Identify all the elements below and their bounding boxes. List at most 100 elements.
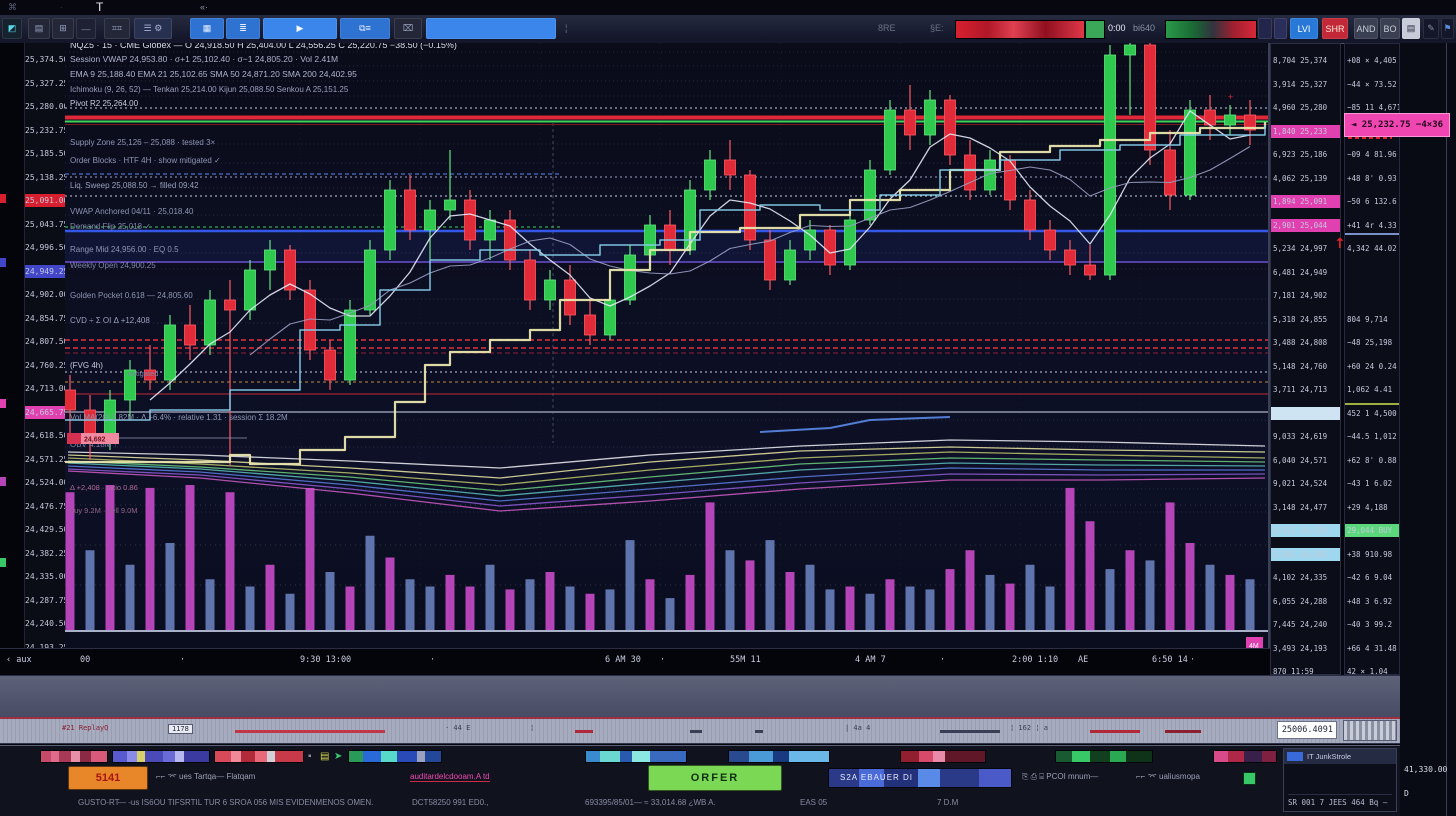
toolbar-button[interactable]: ▶ xyxy=(263,18,337,39)
mini-status-icon[interactable]: ➤ xyxy=(334,750,342,763)
dom-row-ask[interactable]: −43 1 6.02 xyxy=(1345,477,1399,490)
volume-bar xyxy=(1106,569,1115,630)
dom-row-bid[interactable]: 5,901 24,382 xyxy=(1271,548,1340,561)
toolbar-button[interactable]: ◩ xyxy=(2,18,22,39)
toolbar-button[interactable]: ⌗⌗ xyxy=(104,18,130,39)
dom-row-ask[interactable]: +48 3 6.92 xyxy=(1345,595,1399,608)
dom-row-bid[interactable]: 7,181 24,902 xyxy=(1271,289,1340,302)
dom-row-bid[interactable]: 3,148 24,477 xyxy=(1271,501,1340,514)
toolbar-button[interactable]: ≣ xyxy=(226,18,260,39)
strip-segment xyxy=(945,751,985,762)
sell-button[interactable]: 5141 xyxy=(68,766,148,790)
dom-row-ask[interactable]: −40 3 99.2 xyxy=(1345,618,1399,631)
strip-segment xyxy=(184,751,209,762)
dom-row-bid[interactable]: 5,148 24,760 xyxy=(1271,360,1340,373)
scrub-handle-button[interactable] xyxy=(1343,720,1397,741)
dom-row-ask[interactable]: +48 8' 0.93 xyxy=(1345,172,1399,185)
timer-label: 0:00 xyxy=(1108,23,1126,33)
dom-row-ask[interactable]: −50 6 132.6 xyxy=(1345,195,1399,208)
dom-row-bid[interactable]: 5,318 24,855 xyxy=(1271,313,1340,326)
dom-row-bid[interactable]: 9,021 24,524 xyxy=(1271,477,1340,490)
dom-row-ask[interactable]: +29 4,188 xyxy=(1345,501,1399,514)
dom-row-bid[interactable]: 4,062 25,139 xyxy=(1271,172,1340,185)
dom-row-bid[interactable]: 4,102 24,335 xyxy=(1271,571,1340,584)
toolbar-button[interactable]: ▤ xyxy=(1402,18,1420,39)
dom-row-ask[interactable]: 452 1 4,500 xyxy=(1345,407,1399,420)
toolbar-button[interactable]: — xyxy=(76,18,96,39)
dom-row-ask[interactable]: +41 4r 4.33 xyxy=(1345,219,1399,232)
dom-row-ask[interactable] xyxy=(1345,266,1399,279)
main-chart[interactable]: 4MNQZ5 · 15 · CME Globex — O 24,918.50 H… xyxy=(65,43,1270,648)
dom-row-bid[interactable] xyxy=(1271,407,1340,420)
toolbar-button[interactable]: ▦ xyxy=(190,18,224,39)
replay-panel[interactable] xyxy=(0,675,1400,719)
dom-row-ask[interactable]: 804 9,714 xyxy=(1345,313,1399,326)
dom-row-bid[interactable]: 6,040 24,571 xyxy=(1271,454,1340,467)
dom-row-ask[interactable]: +62 8' 0.88 xyxy=(1345,454,1399,467)
toolbar-button[interactable]: ⚑ xyxy=(1441,18,1454,39)
dom-row-ask[interactable]: −44.5 1,012 xyxy=(1345,430,1399,443)
toolbar-button[interactable] xyxy=(1258,18,1272,39)
strip-segment xyxy=(381,751,397,762)
toolbar-button[interactable]: ▤ xyxy=(28,18,50,39)
toolbar-button[interactable]: BO xyxy=(1380,18,1400,39)
toolbar-button[interactable]: AND xyxy=(1354,18,1378,39)
dom-row-ask[interactable]: 4,342 44.02 xyxy=(1345,242,1399,255)
toolbar-button[interactable]: ✎ xyxy=(1423,18,1439,39)
toolbar-button[interactable]: ☰ ⚙ xyxy=(134,18,172,39)
toolbar-button[interactable]: ⊞ xyxy=(52,18,74,39)
dom-row-ask[interactable]: +66 4 31.48 xyxy=(1345,642,1399,655)
dom-row-bid[interactable]: 6,923 25,186 xyxy=(1271,148,1340,161)
dom-row-bid[interactable]: 2,901 25,044 xyxy=(1271,219,1340,232)
dom-row-bid[interactable]: 9,033 24,619 xyxy=(1271,430,1340,443)
toolbar-button[interactable] xyxy=(426,18,556,39)
price-entry-input[interactable] xyxy=(1277,721,1337,739)
dom-row-ask[interactable]: +08 × 4,405 xyxy=(1345,54,1399,67)
price-scale-left[interactable]: 25,374.5025,327.2525,280.0025,232.7525,1… xyxy=(24,43,66,648)
volume-bar xyxy=(826,589,835,630)
dom-row-bid[interactable]: 7,445 24,240 xyxy=(1271,618,1340,631)
dom-row-ask[interactable]: −48 25,198 xyxy=(1345,336,1399,349)
strip-segment xyxy=(363,751,381,762)
dom-row-ask[interactable]: −42 6 9.04 xyxy=(1345,571,1399,584)
indicator-legend-label: Order Blocks · HTF 4H · show mitigated ✓ xyxy=(70,156,221,165)
dom-row-ask[interactable]: −44 × 73.52 xyxy=(1345,78,1399,91)
toolbar-button[interactable]: ⧉≡ xyxy=(340,18,390,39)
dom-row-bid[interactable]: 4,811 24,430 xyxy=(1271,524,1340,537)
dom-row-ask[interactable] xyxy=(1345,289,1399,302)
dom-row-bid[interactable]: 6,481 24,949 xyxy=(1271,266,1340,279)
dom-row-bid[interactable]: 3,488 24,808 xyxy=(1271,336,1340,349)
dom-row-ask[interactable]: −09 4 81.96 xyxy=(1345,148,1399,161)
mini-status-icon[interactable]: ▪ xyxy=(308,750,312,763)
chart-canvas[interactable]: 4MNQZ5 · 15 · CME Globex — O 24,918.50 H… xyxy=(65,43,1268,648)
dom-row-ask[interactable]: +60 24 0.24 xyxy=(1345,360,1399,373)
dom-row-ask[interactable]: 1,062 4.41 xyxy=(1345,383,1399,396)
position-strip-label: S2A EBAUER DI xyxy=(840,773,913,782)
dom-row-bid[interactable]: 8,704 25,374 xyxy=(1271,54,1340,67)
dom-row-bid[interactable]: 3,711 24,713 xyxy=(1271,383,1340,396)
mini-status-icon[interactable]: ▤ xyxy=(320,750,329,763)
candlestick xyxy=(1045,230,1056,250)
dom-row-bid[interactable]: 4,960 25,280 xyxy=(1271,101,1340,114)
scrub-label: 1178 xyxy=(168,724,193,734)
toolbar-button[interactable]: LVI xyxy=(1290,18,1318,39)
axis-corner-label[interactable]: ‹ aux xyxy=(6,655,32,665)
dom-row-bid[interactable]: 5,234 24,997 xyxy=(1271,242,1340,255)
dom-row-bid[interactable]: 3,493 24,193 xyxy=(1271,642,1340,655)
strip-segment xyxy=(113,751,127,762)
dom-row-bid[interactable]: 6,055 24,288 xyxy=(1271,595,1340,608)
toolbar-button[interactable]: ⌧ xyxy=(394,18,422,39)
timeline-scrub-bar[interactable]: #21 ReplayQ1178· 44 E¦| 4a 4¦ 162 ¦ a xyxy=(0,719,1400,744)
strip-segment xyxy=(600,751,620,762)
dom-row-bid[interactable]: 1,894 25,091 xyxy=(1271,195,1340,208)
toolbar-button[interactable] xyxy=(1274,18,1287,39)
dom-row-bid[interactable]: 3,914 25,327 xyxy=(1271,78,1340,91)
dom-row-ask[interactable]: 29,044 BUY xyxy=(1345,524,1399,537)
dom-row-bid[interactable]: 1,840 25,233 xyxy=(1271,125,1340,138)
time-axis[interactable]: ‹ aux00·9:30 13:00·6 AM 30·55M 114 AM 7·… xyxy=(0,648,1270,676)
dom-row-ask[interactable]: +38 910.98 xyxy=(1345,548,1399,561)
dom-ladder-column-a[interactable]: 8,704 25,374 3,914 25,327 4,960 25,280 1,84… xyxy=(1270,43,1341,675)
offer-button[interactable]: ORFER xyxy=(648,765,782,791)
indicator-legend-label: VWAP Anchored 04/11 · 25,018.40 xyxy=(70,207,194,216)
toolbar-button[interactable]: SHR xyxy=(1322,18,1348,39)
